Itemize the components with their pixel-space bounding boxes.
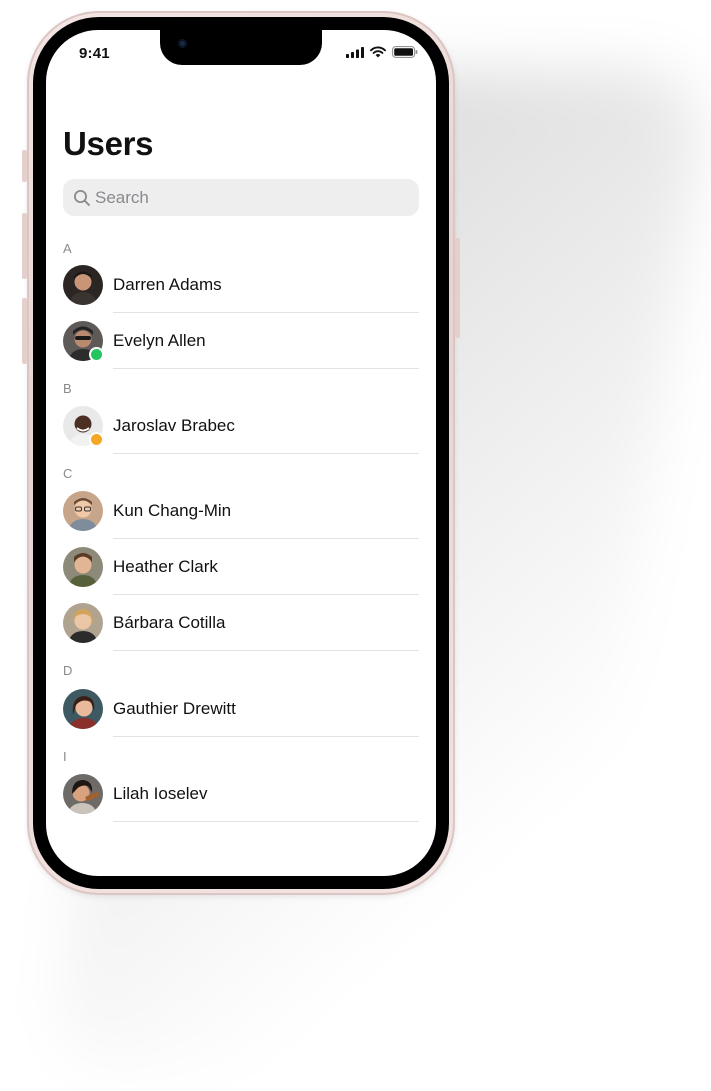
phone-screen: 9:41 Users Search A Darren Adams Evelyn … (46, 30, 436, 876)
status-icons (346, 46, 418, 58)
notch (160, 30, 322, 65)
user-name: Lilah Ioselev (113, 784, 208, 803)
row-divider (113, 650, 419, 651)
avatar (63, 547, 103, 587)
row-divider (113, 368, 419, 369)
user-row-gauthier-drewitt[interactable]: Gauthier Drewitt (46, 681, 436, 737)
search-bar[interactable] (63, 179, 419, 216)
status-time: 9:41 (79, 45, 110, 62)
user-row-barbara-cotilla[interactable]: Bárbara Cotilla (46, 595, 436, 651)
avatar (63, 265, 103, 305)
online-status-dot (89, 347, 104, 362)
user-row-darren-adams[interactable]: Darren Adams (46, 257, 436, 313)
search-icon (72, 188, 92, 208)
user-row-lilah-ioselev[interactable]: Lilah Ioselev (46, 766, 436, 822)
row-divider (113, 736, 419, 737)
volume-down-button (22, 298, 27, 364)
user-name: Bárbara Cotilla (113, 613, 226, 632)
away-status-dot (89, 432, 104, 447)
volume-up-button (22, 213, 27, 279)
user-name: Evelyn Allen (113, 331, 206, 350)
page-title: Users (63, 125, 154, 162)
silent-switch (22, 150, 27, 182)
user-row-evelyn-allen[interactable]: Evelyn Allen (46, 313, 436, 369)
user-row-kun-chang-min[interactable]: Kun Chang-Min (46, 483, 436, 539)
stage: 9:41 Users Search A Darren Adams Evelyn … (0, 0, 711, 1091)
user-name: Darren Adams (113, 275, 222, 294)
row-divider (113, 453, 419, 454)
avatar (63, 603, 103, 643)
avatar (63, 774, 103, 814)
section-header-d: D (63, 663, 73, 678)
user-row-jaroslav-brabec[interactable]: Jaroslav Brabec (46, 398, 436, 454)
section-header-a: A (63, 241, 72, 256)
row-divider (113, 821, 419, 822)
user-name: Kun Chang-Min (113, 501, 232, 520)
section-header-b: B (63, 381, 72, 396)
section-header-i: I (63, 749, 67, 764)
user-name: Jaroslav Brabec (113, 416, 235, 435)
wifi-icon (370, 46, 386, 58)
signal-icon (346, 46, 364, 58)
avatar (63, 689, 103, 729)
search-input[interactable] (95, 187, 395, 208)
user-name: Heather Clark (113, 557, 218, 576)
user-name: Gauthier Drewitt (113, 699, 236, 718)
user-row-heather-clark[interactable]: Heather Clark (46, 539, 436, 595)
section-header-c: C (63, 466, 73, 481)
front-camera (178, 39, 187, 48)
avatar (63, 491, 103, 531)
power-button (455, 238, 460, 338)
battery-icon (392, 46, 418, 58)
